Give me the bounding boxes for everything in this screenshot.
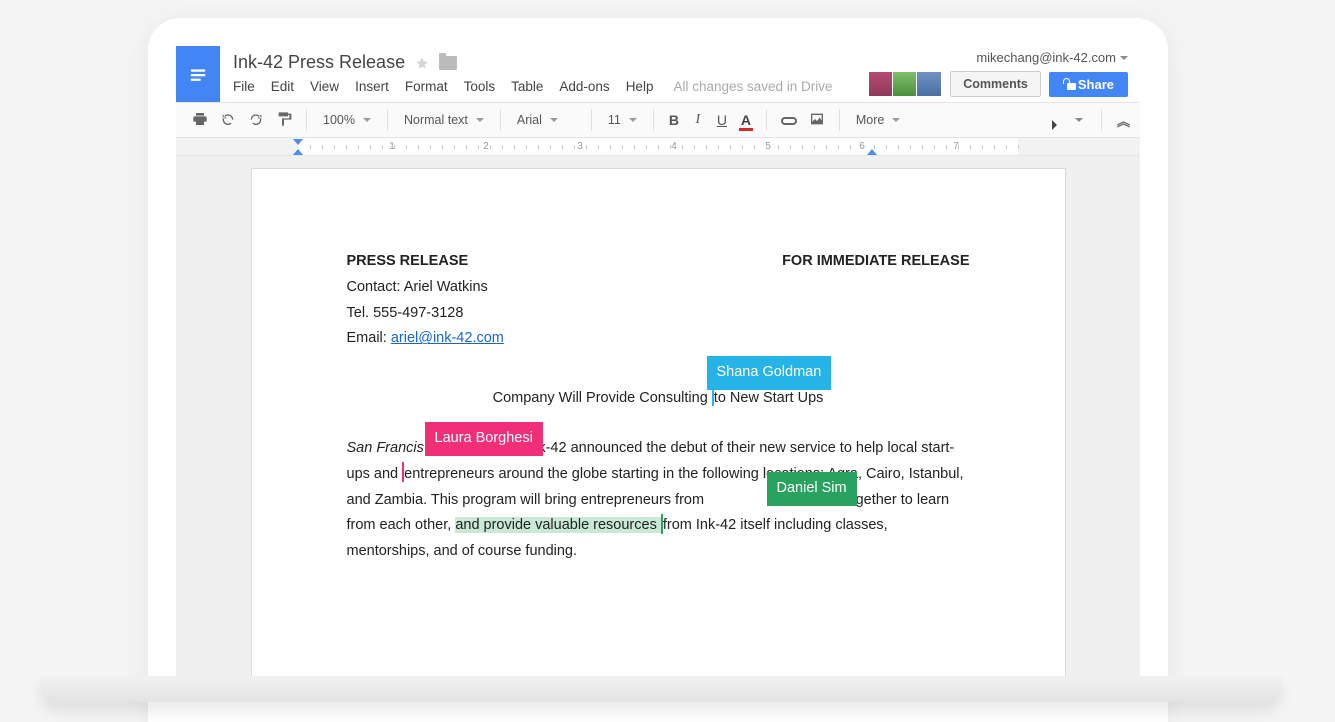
avatar[interactable] bbox=[868, 71, 894, 97]
collab-label-cyan: Shana Goldman bbox=[707, 356, 832, 390]
toolbar: 100% Normal text Arial 11 B I U A More ︽ bbox=[176, 102, 1140, 138]
collab-label-green: Daniel Sim bbox=[767, 472, 857, 506]
redo-icon[interactable] bbox=[244, 107, 268, 134]
doc-email-link[interactable]: ariel@ink-42.com bbox=[391, 330, 504, 346]
doc-subheading: Shana Goldman Company Will Provide Consu… bbox=[347, 386, 970, 412]
doc-para-italic: San Francis bbox=[347, 440, 424, 456]
menu-format[interactable]: Format bbox=[405, 79, 448, 94]
menu-addons[interactable]: Add-ons bbox=[559, 79, 609, 94]
share-button-label: Share bbox=[1078, 77, 1114, 92]
laptop-base bbox=[40, 676, 1282, 702]
editing-mode-button[interactable] bbox=[1043, 116, 1063, 124]
avatar[interactable] bbox=[916, 71, 942, 97]
save-status: All changes saved in Drive bbox=[673, 79, 832, 94]
doc-paragraph: Laura Borghesi Daniel Sim San FrancisLau… bbox=[347, 436, 970, 565]
undo-icon[interactable] bbox=[216, 107, 240, 134]
avatar[interactable] bbox=[892, 71, 918, 97]
font-size-value: 11 bbox=[608, 113, 621, 127]
account-email-text: mikechang@ink-42.com bbox=[976, 50, 1116, 65]
zoom-value: 100% bbox=[323, 113, 355, 127]
zoom-select[interactable]: 100% bbox=[317, 113, 377, 127]
text-color-button[interactable]: A bbox=[736, 108, 756, 132]
collaborator-avatars[interactable] bbox=[870, 71, 942, 97]
header: Ink-42 Press Release File Edit View Inse… bbox=[176, 46, 1140, 102]
doc-para-selection: and provide valuable resources bbox=[455, 517, 661, 533]
left-indent-marker[interactable] bbox=[293, 149, 303, 155]
ruler-tick-label: 3 bbox=[577, 141, 583, 152]
lock-icon bbox=[1063, 78, 1072, 90]
menu-edit[interactable]: Edit bbox=[271, 79, 294, 94]
more-button[interactable]: More bbox=[850, 113, 906, 127]
collab-label-pink: Laura Borghesi bbox=[425, 422, 543, 456]
doc-email-line: Email: ariel@ink-42.com bbox=[347, 326, 970, 352]
folder-icon[interactable] bbox=[439, 56, 457, 70]
share-button[interactable]: Share bbox=[1049, 72, 1128, 97]
italic-button[interactable]: I bbox=[688, 108, 708, 132]
collab-caret-green bbox=[661, 514, 663, 534]
star-icon[interactable] bbox=[415, 56, 429, 70]
menu-table[interactable]: Table bbox=[511, 79, 543, 94]
insert-image-icon[interactable] bbox=[805, 107, 829, 134]
print-icon[interactable] bbox=[188, 107, 212, 134]
comments-button[interactable]: Comments bbox=[950, 71, 1041, 97]
account-email[interactable]: mikechang@ink-42.com bbox=[976, 50, 1128, 65]
doc-email-prefix: Email: bbox=[347, 330, 391, 346]
doc-contact-line: Contact: Ariel Watkins bbox=[347, 275, 970, 301]
document-title[interactable]: Ink-42 Press Release bbox=[233, 52, 405, 73]
doc-tel-line: Tel. 555-497-3128 bbox=[347, 301, 970, 327]
collab-caret-pink bbox=[402, 462, 404, 482]
ruler-tick-label: 6 bbox=[859, 141, 865, 152]
menu-bar: File Edit View Insert Format Tools Table… bbox=[233, 79, 857, 94]
caret-down-icon bbox=[1120, 56, 1128, 60]
document-canvas[interactable]: PRESS RELEASE FOR IMMEDIATE RELEASE Cont… bbox=[176, 156, 1140, 678]
paragraph-style-value: Normal text bbox=[404, 113, 468, 127]
caret-down-icon bbox=[1075, 118, 1083, 122]
font-family-value: Arial bbox=[517, 113, 542, 127]
font-family-select[interactable]: Arial bbox=[511, 113, 581, 127]
font-size-select[interactable]: 11 bbox=[602, 113, 643, 127]
menu-help[interactable]: Help bbox=[626, 79, 654, 94]
underline-button[interactable]: U bbox=[712, 108, 732, 132]
doc-heading-right: FOR IMMEDIATE RELEASE bbox=[782, 249, 969, 275]
paragraph-style-select[interactable]: Normal text bbox=[398, 113, 490, 127]
document-page[interactable]: PRESS RELEASE FOR IMMEDIATE RELEASE Cont… bbox=[251, 168, 1066, 678]
ruler-area: 1 2 3 4 5 6 7 bbox=[298, 138, 1018, 155]
docs-logo[interactable] bbox=[176, 46, 220, 102]
more-label: More bbox=[856, 113, 884, 127]
ruler[interactable]: 1 2 3 4 5 6 7 bbox=[176, 138, 1140, 156]
insert-link-icon[interactable] bbox=[777, 109, 801, 132]
doc-heading-left: PRESS RELEASE bbox=[347, 249, 469, 275]
app-window: Ink-42 Press Release File Edit View Inse… bbox=[176, 46, 1140, 678]
right-indent-marker[interactable] bbox=[867, 149, 877, 155]
first-line-indent-marker[interactable] bbox=[293, 139, 303, 145]
ruler-tick-label: 4 bbox=[671, 141, 677, 152]
menu-insert[interactable]: Insert bbox=[355, 79, 389, 94]
doc-subhead-seg: Company Will Provide Consulting bbox=[493, 390, 712, 406]
doc-subhead-seg: to New Start Ups bbox=[714, 390, 824, 406]
menu-view[interactable]: View bbox=[310, 79, 339, 94]
menu-file[interactable]: File bbox=[233, 79, 255, 94]
paint-format-icon[interactable] bbox=[272, 107, 296, 134]
laptop-frame: Ink-42 Press Release File Edit View Inse… bbox=[148, 18, 1168, 722]
bold-button[interactable]: B bbox=[664, 108, 684, 132]
ruler-tick-label: 2 bbox=[483, 141, 489, 152]
menu-tools[interactable]: Tools bbox=[464, 79, 496, 94]
hide-menus-icon[interactable]: ︽ bbox=[1112, 107, 1132, 134]
